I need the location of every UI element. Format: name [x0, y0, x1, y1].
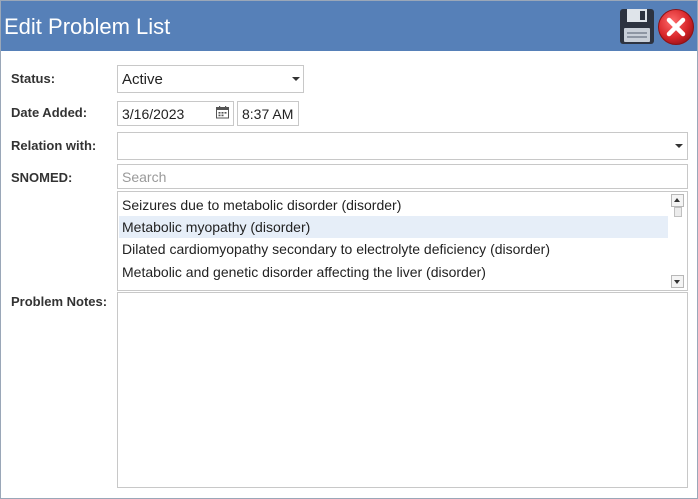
list-item-label: Metabolic myopathy (disorder)	[122, 219, 311, 235]
date-added-input[interactable]: 3/16/2023	[117, 101, 234, 126]
list-item-label: Metabolic and genetic disorder affecting…	[122, 264, 486, 280]
close-button[interactable]	[657, 8, 695, 46]
chevron-down-icon	[674, 280, 680, 284]
problem-notes-label: Problem Notes:	[11, 294, 108, 309]
dialog-title: Edit Problem List	[4, 14, 171, 39]
problem-notes-textarea[interactable]	[117, 292, 688, 488]
scroll-thumb[interactable]	[674, 207, 682, 217]
snomed-search-placeholder: Search	[122, 169, 167, 185]
title-bar: Edit Problem List	[1, 1, 697, 51]
calendar-icon[interactable]	[216, 106, 230, 119]
date-value: 3/16/2023	[122, 106, 185, 122]
vertical-scrollbar[interactable]	[670, 192, 687, 290]
floppy-disk-icon	[620, 9, 654, 44]
status-dropdown[interactable]: Active	[117, 65, 304, 93]
save-button[interactable]	[619, 7, 655, 45]
list-item[interactable]: Dilated cardiomyopathy secondary to elec…	[119, 238, 668, 260]
list-item-label: Dilated cardiomyopathy secondary to elec…	[122, 241, 550, 257]
snomed-label: SNOMED:	[11, 170, 73, 185]
chevron-down-icon	[292, 77, 300, 81]
time-added-input[interactable]: 8:37 AM	[237, 101, 299, 126]
chevron-down-icon	[675, 144, 683, 148]
close-icon	[658, 9, 694, 45]
scroll-up-button[interactable]	[671, 194, 684, 207]
relation-with-dropdown[interactable]	[117, 132, 688, 160]
time-value: 8:37 AM	[242, 106, 294, 122]
list-item-label: Seizures due to metabolic disorder (diso…	[122, 197, 402, 213]
snomed-search-input[interactable]: Search	[117, 164, 688, 189]
list-item[interactable]: Seizures due to metabolic disorder (diso…	[119, 194, 668, 216]
status-value: Active	[122, 71, 163, 88]
date-added-label: Date Added:	[11, 105, 88, 120]
snomed-results-list[interactable]: Seizures due to metabolic disorder (diso…	[117, 191, 688, 291]
scroll-down-button[interactable]	[671, 275, 684, 288]
list-item[interactable]: Metabolic and genetic disorder affecting…	[119, 261, 668, 283]
relation-with-label: Relation with:	[11, 138, 97, 153]
chevron-up-icon	[674, 198, 680, 202]
list-item-selected[interactable]: Metabolic myopathy (disorder)	[119, 216, 668, 238]
status-label: Status:	[11, 71, 56, 86]
edit-problem-list-dialog: Edit Problem List Status: Active Date Ad…	[0, 0, 698, 499]
